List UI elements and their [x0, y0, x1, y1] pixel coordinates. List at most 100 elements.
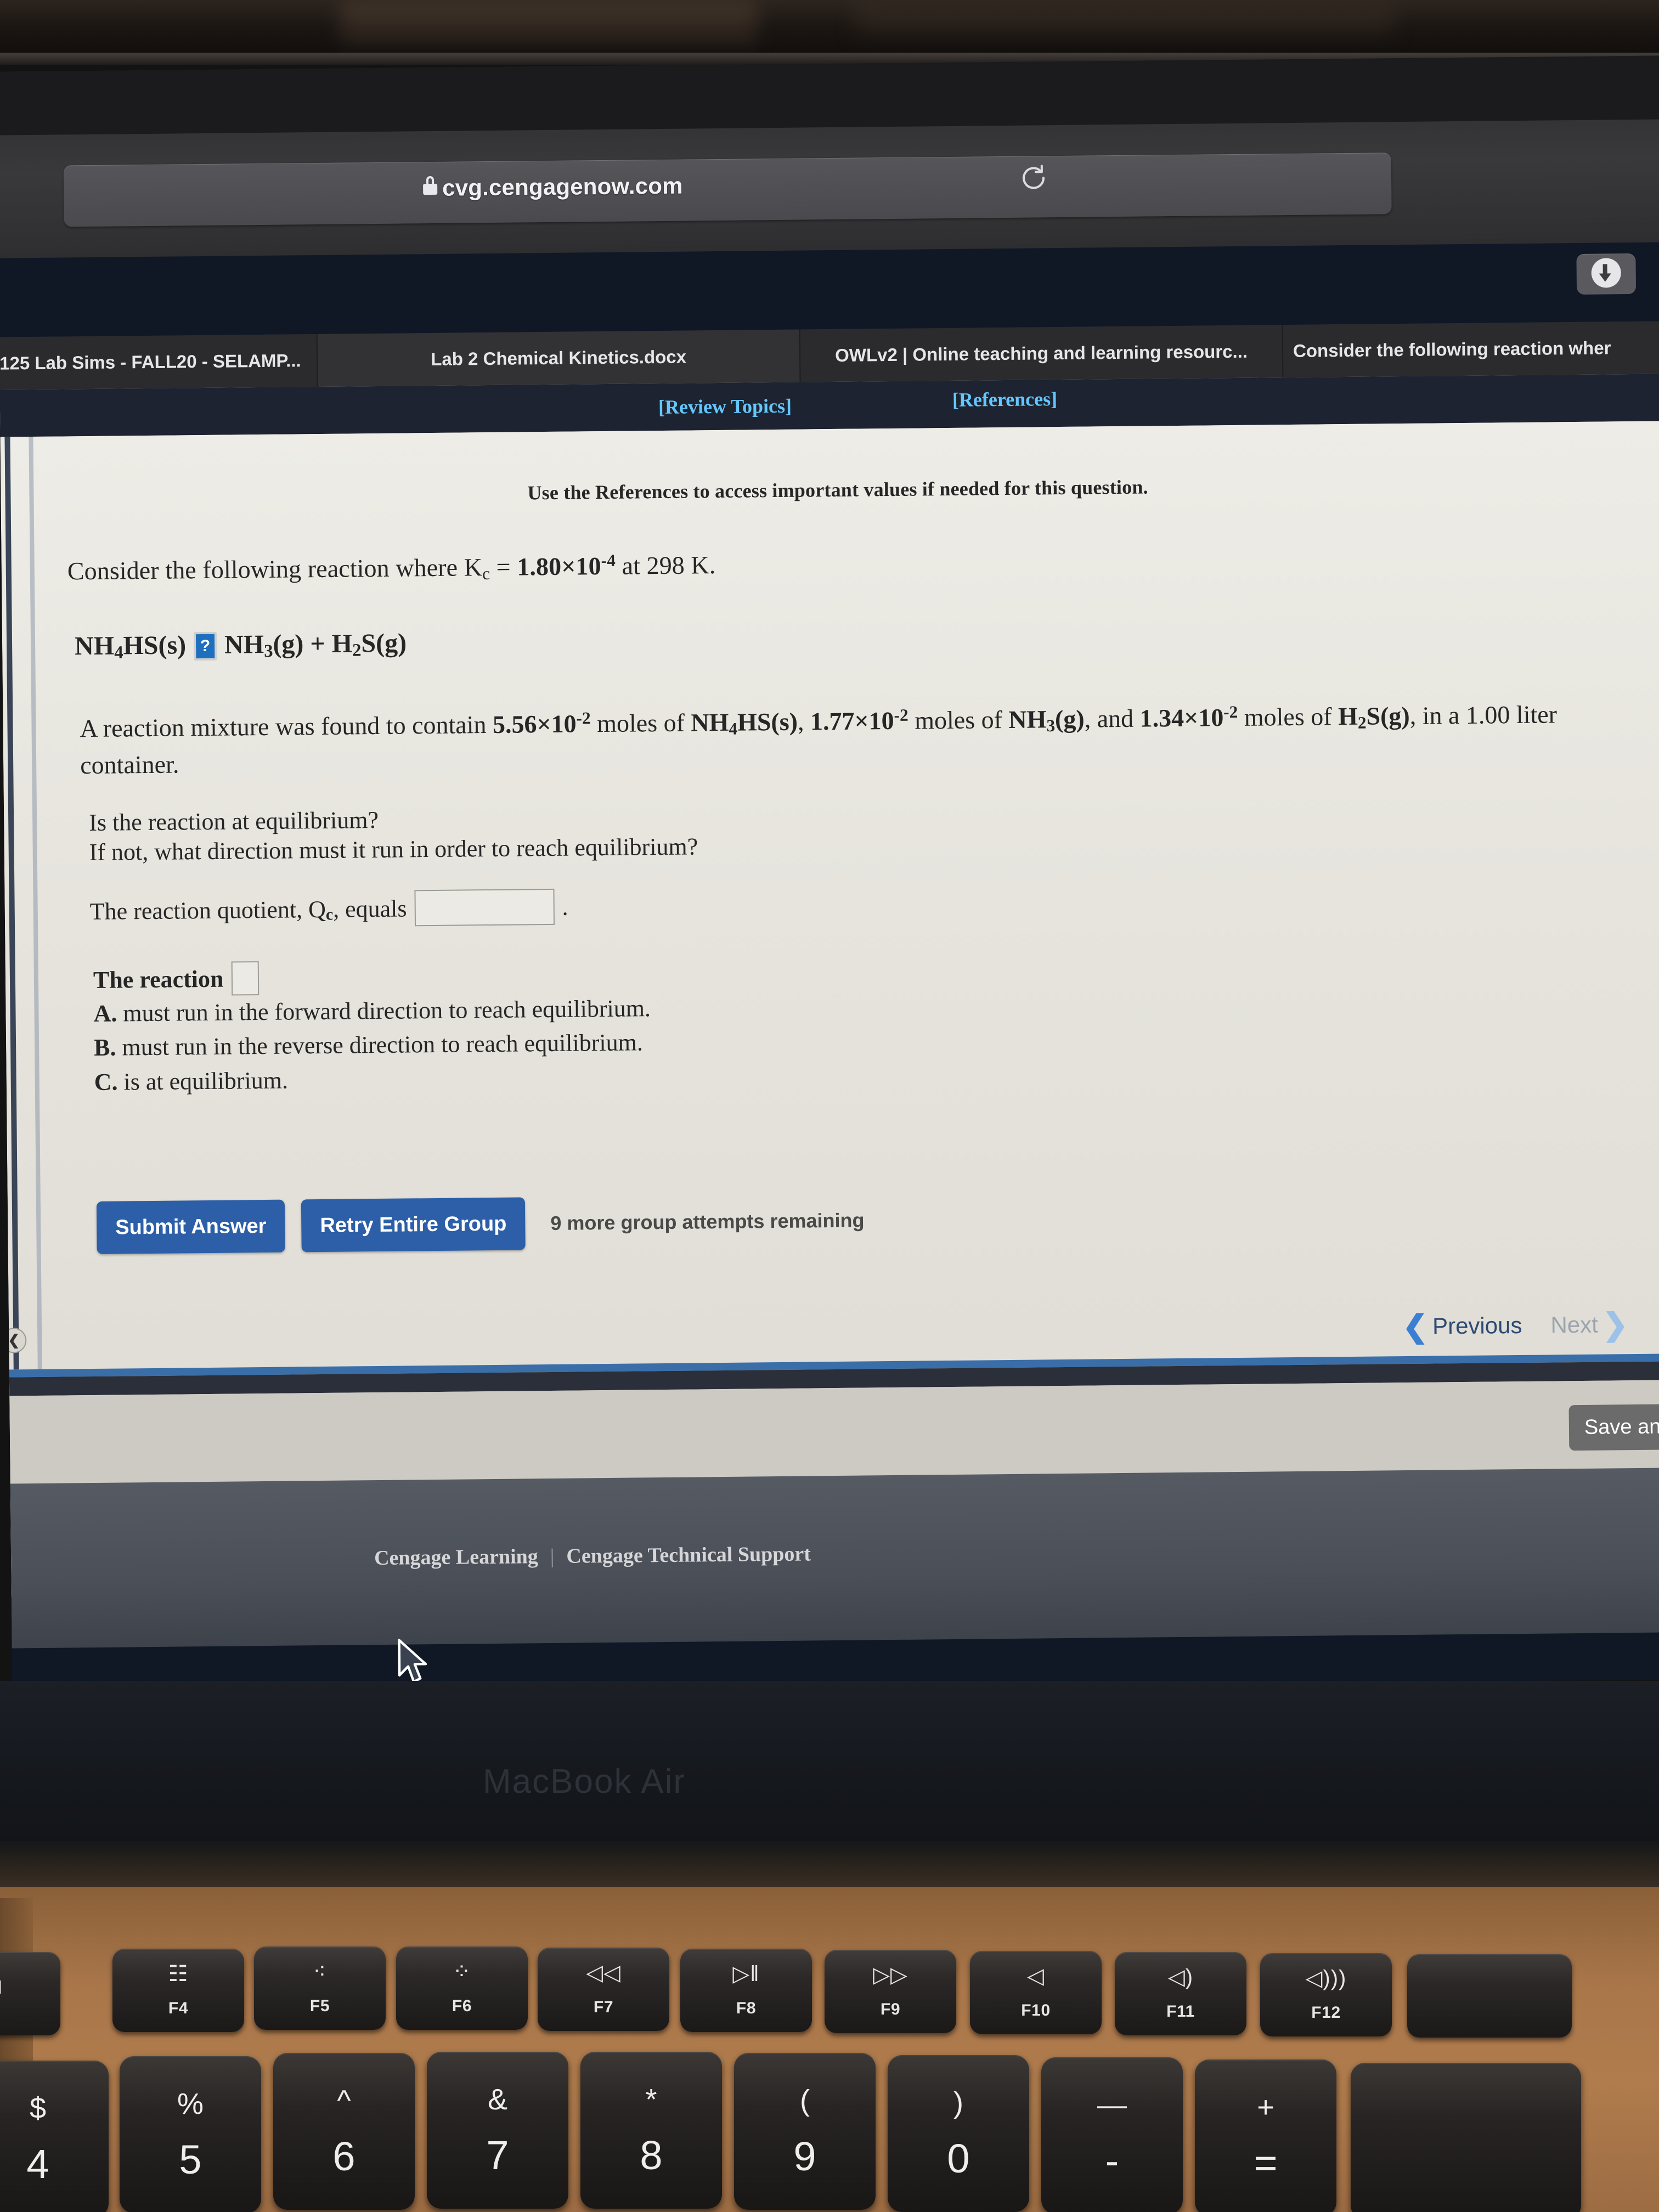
reaction-quotient-row: The reaction quotient, Qc, equals .	[89, 888, 568, 929]
function-key-f6[interactable]: ⁘ F6	[396, 1946, 528, 2030]
choice-b-text: must run in the reverse direction to rea…	[122, 1029, 644, 1061]
key-equals[interactable]: + =	[1195, 2059, 1336, 2212]
key-4[interactable]: $ 4	[0, 2061, 109, 2212]
page-toolbar-strip	[9, 1380, 1659, 1484]
quotient-label-sub: c	[325, 905, 334, 924]
references-link[interactable]: [References]	[952, 387, 1058, 411]
key-8[interactable]: * 8	[580, 2052, 722, 2209]
keyboard-brightness-down-icon: ⁖	[313, 1960, 327, 1984]
function-key-extra[interactable]	[1407, 1954, 1572, 2038]
mixture-paragraph: A reaction mixture was found to contain …	[80, 700, 1558, 780]
retry-entire-group-button[interactable]: Retry Entire Group	[301, 1197, 526, 1252]
macbook-air-label: MacBook Air	[483, 1763, 686, 1801]
kc-exponent: -4	[601, 550, 616, 571]
review-topics-link[interactable]: [Review Topics]	[658, 394, 792, 419]
function-key-f7[interactable]: ◁◁ F7	[538, 1948, 669, 2031]
nh3-moles: 1.77×10	[810, 706, 894, 736]
key-minus[interactable]: — -	[1041, 2057, 1183, 2212]
function-key-f4[interactable]: ☷ F4	[112, 1949, 244, 2032]
tab-owlv2[interactable]: OWLv2 | Online teaching and learning res…	[800, 325, 1284, 382]
function-key-f5[interactable]: ⁖ F5	[254, 1946, 386, 2030]
reaction-label: The reaction	[93, 965, 224, 994]
function-key-f9-label: F9	[880, 2000, 901, 2018]
room-light-blur-2	[856, 0, 1393, 38]
container-volume: 1.00 liter	[1465, 700, 1558, 729]
chevron-left-icon: ❮	[8, 1332, 20, 1348]
key-7-number: 7	[486, 2132, 509, 2178]
key-6[interactable]: ^ 6	[273, 2053, 415, 2210]
attempts-remaining-text: 9 more group attempts remaining	[550, 1209, 865, 1234]
tab-lab2-kinetics-docx[interactable]: Lab 2 Chemical Kinetics.docx	[317, 329, 801, 387]
key-equals-number: =	[1254, 2140, 1278, 2186]
kc-mantissa: 1.80×10	[517, 552, 601, 581]
choice-a[interactable]: A. must run in the forward direction to …	[93, 991, 651, 1031]
reaction-answer-input[interactable]	[231, 961, 259, 996]
question-navigation: ❮ Previous Next ❯	[1402, 1306, 1629, 1344]
keyboard-brightness-up-icon: ⁘	[452, 1960, 472, 1984]
function-key-row: □ ☷ F4 ⁖ F5 ⁘ F6 ◁◁ F7 ▷‖ F8 ▷▷ F9 ◁ F1	[0, 1946, 1659, 2038]
equation-products: NH3(g) + H2S(g)	[224, 628, 407, 662]
intro-prefix: Consider the following reaction where K	[67, 553, 483, 585]
rewind-icon: ◁◁	[586, 1961, 621, 1985]
chemical-equation: NH4HS(s) ? NH3(g) + H2S(g)	[75, 628, 407, 663]
function-key-f11[interactable]: ◁) F11	[1115, 1952, 1246, 2035]
download-icon[interactable]	[1576, 253, 1637, 295]
chevron-left-icon: ❮	[1402, 1308, 1429, 1344]
submit-answer-button[interactable]: Submit Answer	[96, 1199, 285, 1254]
laptop-screen: cvg.cengagenow.com 125 Lab Sims - FALL20…	[0, 55, 1659, 1696]
cengage-technical-support-link[interactable]: Cengage Technical Support	[566, 1542, 811, 1568]
page-footer: Cengage Learning | Cengage Technical Sup…	[10, 1468, 1659, 1649]
room-light-blur-1	[340, 0, 757, 46]
reaction-quotient-input[interactable]	[414, 888, 555, 927]
key-9[interactable]: ( 9	[734, 2053, 876, 2210]
intro-equals: =	[489, 552, 517, 582]
next-button[interactable]: Next ❯	[1550, 1306, 1629, 1342]
choice-a-text: must run in the forward direction to rea…	[123, 995, 651, 1027]
page-content: ❮ Use the References to access important…	[0, 421, 1659, 1649]
function-key-f8[interactable]: ▷‖ F8	[680, 1949, 812, 2032]
tab-consider-reaction[interactable]: Consider the following reaction wher	[1283, 321, 1659, 378]
arrow-cursor-icon	[398, 1639, 427, 1683]
function-key-f8-label: F8	[736, 1999, 757, 2017]
quotient-label-post: , equals	[332, 894, 407, 923]
previous-button[interactable]: ❮ Previous	[1402, 1308, 1522, 1344]
function-key-f6-label: F6	[452, 1997, 472, 2015]
laptop-photo: cvg.cengagenow.com 125 Lab Sims - FALL20…	[0, 0, 1659, 2212]
function-key-f7-label: F7	[593, 1998, 614, 2016]
key-delete[interactable]	[1351, 2063, 1581, 2212]
save-and-exit-button[interactable]: Save and E	[1568, 1403, 1659, 1451]
browser-chrome	[0, 55, 1659, 258]
address-bar-url[interactable]: cvg.cengagenow.com	[442, 173, 683, 201]
h2s-exponent: -2	[1223, 702, 1238, 722]
lock-icon	[423, 176, 438, 195]
launchpad-grid-icon: ☷	[168, 1962, 189, 1986]
equation-reactant: NH4HS(s)	[74, 630, 187, 663]
key-0[interactable]: ) 0	[888, 2055, 1029, 2212]
reload-icon[interactable]	[1019, 163, 1048, 192]
footer-separator: |	[550, 1544, 555, 1568]
mission-control-icon: □	[0, 1976, 2, 1997]
function-key-f4-label: F4	[168, 1999, 189, 2017]
function-key-f12[interactable]: ◁))) F12	[1260, 1953, 1392, 2036]
choice-b-letter: B.	[93, 1034, 116, 1062]
choice-c[interactable]: C. is at equilibrium.	[94, 1060, 651, 1099]
key-7[interactable]: & 7	[427, 2052, 568, 2209]
quotient-period: .	[562, 893, 568, 921]
cengage-learning-link[interactable]: Cengage Learning	[374, 1544, 538, 1570]
function-key-f3[interactable]: □	[0, 1952, 60, 2035]
choice-b[interactable]: B. must run in the reverse direction to …	[94, 1026, 651, 1065]
function-key-f9[interactable]: ▷▷ F9	[825, 1950, 956, 2033]
key-5-symbol: %	[177, 2087, 204, 2120]
key-4-symbol: $	[29, 2092, 47, 2125]
address-bar[interactable]	[63, 153, 1392, 227]
screen-chin	[0, 1681, 1659, 1846]
key-8-number: 8	[640, 2132, 663, 2178]
chevron-right-icon: ❯	[1602, 1306, 1629, 1342]
tab-lab-sims[interactable]: 125 Lab Sims - FALL20 - SELAMP...	[0, 334, 318, 390]
choice-list: A. must run in the forward direction to …	[93, 991, 651, 1099]
volume-down-icon: ◁)	[1167, 1965, 1194, 1989]
function-key-f10[interactable]: ◁ F10	[970, 1951, 1102, 2034]
function-key-f12-label: F12	[1311, 2004, 1341, 2022]
key-9-symbol: (	[800, 2084, 810, 2117]
key-5[interactable]: % 5	[120, 2056, 261, 2212]
